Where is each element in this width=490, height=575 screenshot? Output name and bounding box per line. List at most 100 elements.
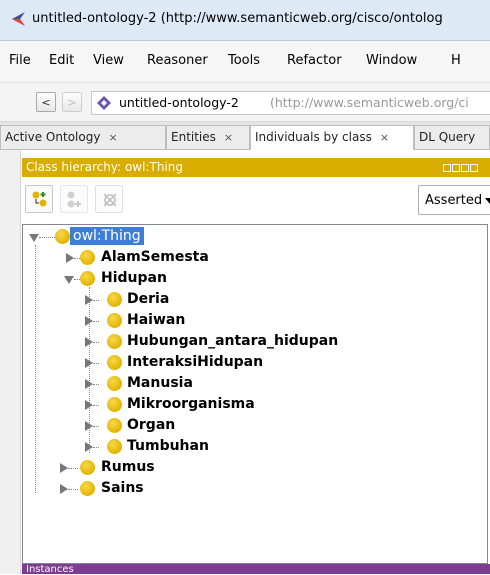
add-sibling-icon [67, 191, 81, 208]
tab-label: Active Ontology [5, 130, 101, 144]
add-subclass-icon [32, 191, 47, 207]
instances-view-header: Instances [22, 564, 490, 575]
menu-help[interactable]: H [451, 53, 461, 68]
protege-app-icon [12, 12, 25, 26]
tree-connector [93, 405, 99, 406]
tab-close-icon[interactable]: × [108, 131, 117, 144]
tree-node-deria[interactable]: Deria [23, 290, 323, 310]
tree-node-manusia[interactable]: Manusia [23, 374, 323, 394]
tree-node-mikroorganisma[interactable]: Mikroorganisma [23, 395, 323, 415]
expand-toggle-icon[interactable] [60, 463, 68, 473]
tab-label: Entities [171, 130, 216, 144]
instances-view-title: Instances [26, 564, 74, 575]
tree-node-interaksihidupan[interactable]: InteraksiHidupan [23, 353, 323, 373]
class-icon [80, 271, 95, 286]
tab-dl-query[interactable]: DL Query [414, 125, 490, 149]
tree-node-owl-thing[interactable]: owl:Thing [23, 227, 323, 247]
view-close-icon[interactable] [470, 164, 478, 172]
class-hierarchy-header: Class hierarchy: owl:Thing [22, 158, 490, 177]
tree-node-label: Mikroorganisma [127, 396, 255, 412]
tree-node-label: Tumbuhan [127, 438, 209, 454]
class-icon [107, 313, 122, 328]
tab-entities[interactable]: Entities × [166, 125, 250, 149]
menu-bar: File Edit View Reasoner Tools Refactor W… [0, 41, 490, 83]
tree-node-hidupan[interactable]: Hidupan [23, 269, 323, 289]
delete-class-button[interactable] [95, 185, 123, 213]
view-maximize-icon[interactable] [461, 164, 469, 172]
back-button[interactable]: < [36, 92, 56, 112]
tree-connector [93, 363, 99, 364]
view-pin-icon[interactable] [443, 164, 451, 172]
hierarchy-mode-value: Asserted [425, 193, 483, 208]
expand-toggle-icon[interactable] [64, 276, 74, 284]
menu-edit[interactable]: Edit [49, 53, 74, 68]
class-icon [107, 292, 122, 307]
tree-node-label: Organ [127, 417, 176, 433]
tree-node-label: owl:Thing [70, 227, 144, 245]
tab-active-ontology[interactable]: Active Ontology × [0, 125, 166, 149]
tab-label: DL Query [419, 130, 476, 144]
window-title: untitled-ontology-2 (http://www.semantic… [32, 11, 443, 26]
class-icon [107, 376, 122, 391]
class-hierarchy-toolbar: Asserted [22, 178, 490, 222]
view-title: Class hierarchy: owl:Thing [26, 160, 183, 174]
expand-toggle-icon[interactable] [85, 400, 93, 410]
class-icon [80, 460, 95, 475]
window-titlebar: untitled-ontology-2 (http://www.semantic… [0, 0, 490, 41]
tab-close-icon[interactable]: × [380, 131, 389, 144]
tree-node-sains[interactable]: Sains [23, 479, 323, 499]
expand-toggle-icon[interactable] [66, 253, 74, 263]
ontology-address-field[interactable]: untitled-ontology-2 (http://www.semantic… [91, 91, 490, 115]
tree-connector [93, 300, 99, 301]
expand-toggle-icon[interactable] [85, 358, 93, 368]
class-icon [107, 418, 122, 433]
view-minimize-icon[interactable] [452, 164, 460, 172]
tab-close-icon[interactable]: × [224, 131, 233, 144]
tab-bar: Active Ontology × Entities × Individuals b… [0, 122, 490, 150]
tab-individuals-by-class[interactable]: Individuals by class × [250, 125, 414, 150]
expand-toggle-icon[interactable] [29, 234, 39, 242]
forward-button[interactable]: > [62, 92, 82, 112]
expand-toggle-icon[interactable] [85, 379, 93, 389]
tree-node-organ[interactable]: Organ [23, 416, 323, 436]
tree-node-label: InteraksiHidupan [127, 354, 264, 370]
tree-node-rumus[interactable]: Rumus [23, 458, 323, 478]
tree-node-haiwan[interactable]: Haiwan [23, 311, 323, 331]
tree-node-label: Rumus [101, 459, 155, 475]
view-controls [442, 161, 478, 173]
tree-connector [68, 468, 78, 469]
tree-node-hubungan-antara-hidupan[interactable]: Hubungan_antara_hidupan [23, 332, 383, 352]
expand-toggle-icon[interactable] [85, 295, 93, 305]
add-sibling-button[interactable] [60, 185, 88, 213]
menu-refactor[interactable]: Refactor [287, 53, 342, 68]
tree-node-label: Manusia [127, 375, 193, 391]
tree-node-label: Sains [101, 480, 144, 496]
class-icon [80, 250, 95, 265]
menu-reasoner[interactable]: Reasoner [147, 53, 208, 68]
class-icon [107, 397, 122, 412]
ontology-uri: (http://www.semanticweb.org/ci [270, 95, 469, 110]
tree-connector [93, 384, 99, 385]
hierarchy-mode-select[interactable]: Asserted [418, 185, 490, 215]
menu-view[interactable]: View [93, 53, 124, 68]
menu-file[interactable]: File [9, 53, 31, 68]
left-dock-strip [0, 150, 21, 574]
expand-toggle-icon[interactable] [85, 421, 93, 431]
expand-toggle-icon[interactable] [85, 442, 93, 452]
chevron-down-icon [485, 198, 490, 204]
delete-class-icon [103, 193, 117, 207]
menu-tools[interactable]: Tools [228, 53, 260, 68]
class-hierarchy-tree[interactable]: owl:Thing AlamSemesta Hidupan Deria Haiw… [22, 224, 488, 564]
tree-connector [93, 426, 99, 427]
add-subclass-button[interactable] [25, 185, 53, 213]
expand-toggle-icon[interactable] [85, 337, 93, 347]
class-icon [107, 355, 122, 370]
class-icon [80, 481, 95, 496]
menu-window[interactable]: Window [366, 53, 417, 68]
tree-node-tumbuhan[interactable]: Tumbuhan [23, 437, 323, 457]
expand-toggle-icon[interactable] [60, 484, 68, 494]
expand-toggle-icon[interactable] [85, 316, 93, 326]
class-icon [107, 334, 122, 349]
tab-label: Individuals by class [255, 130, 372, 144]
tree-node-alamsemesta[interactable]: AlamSemesta [23, 248, 323, 268]
